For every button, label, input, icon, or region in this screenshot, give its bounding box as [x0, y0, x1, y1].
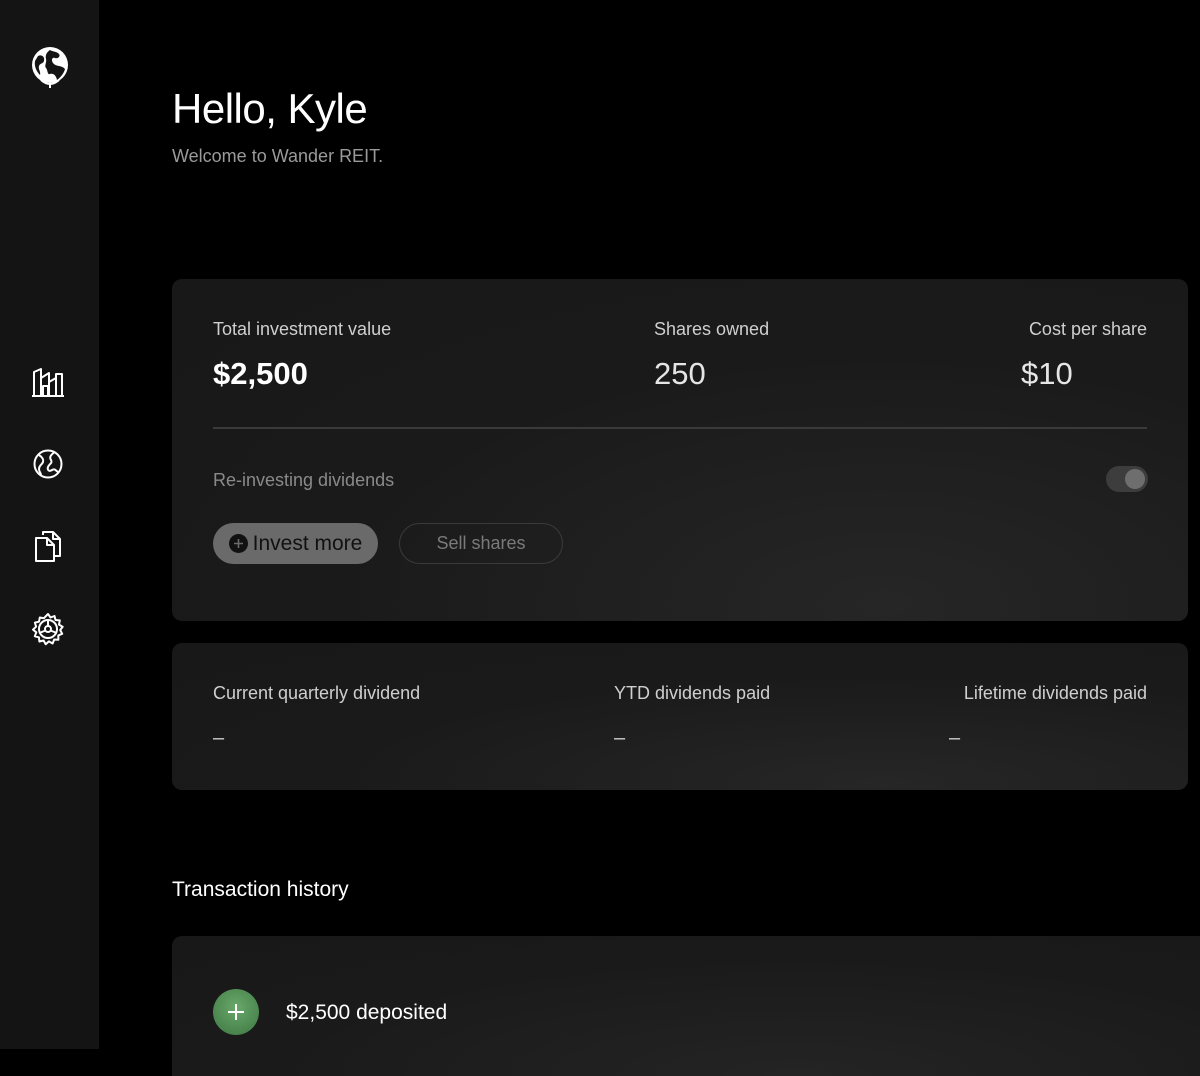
- nav-settings[interactable]: [28, 609, 68, 649]
- plus-icon: [213, 989, 259, 1035]
- cost-per-share-label: Cost per share: [1028, 319, 1147, 339]
- shares-owned-value: 250: [654, 356, 706, 391]
- total-investment-value: $2,500: [213, 356, 308, 391]
- buildings-icon: [32, 368, 64, 397]
- ytd-dividends-label: YTD dividends paid: [614, 683, 771, 703]
- ytd-dividends-value: –: [614, 727, 626, 749]
- sell-shares-button[interactable]: Sell shares: [399, 523, 563, 564]
- globe-icon[interactable]: [29, 44, 71, 90]
- total-investment-label: Total investment value: [213, 319, 392, 339]
- transaction-history-title: Transaction history: [172, 878, 349, 901]
- page-subtitle: Welcome to Wander REIT.: [172, 146, 384, 166]
- invest-more-label: Invest more: [252, 531, 363, 555]
- main-content: Hello, Kyle Welcome to Wander REIT. Tota…: [99, 0, 1200, 1076]
- divider: [213, 427, 1147, 429]
- transaction-history-card: $2,500 deposited: [172, 936, 1200, 1076]
- nav-documents[interactable]: [28, 526, 68, 566]
- toggle-knob: [1125, 469, 1145, 489]
- gear-icon: [32, 613, 64, 646]
- globe-outline-icon: [33, 449, 63, 479]
- sidebar: [0, 0, 99, 1049]
- reinvest-label: Re-investing dividends: [213, 470, 395, 490]
- lifetime-dividends-label: Lifetime dividends paid: [963, 683, 1147, 703]
- sell-shares-label: Sell shares: [436, 533, 526, 553]
- quarterly-dividend-label: Current quarterly dividend: [213, 683, 421, 703]
- transaction-description: $2,500 deposited: [286, 1001, 448, 1024]
- investment-summary-card: Total investment value $2,500 Shares own…: [172, 279, 1188, 621]
- dividends-card: Current quarterly dividend – YTD dividen…: [172, 643, 1188, 790]
- documents-icon: [35, 531, 61, 562]
- quarterly-dividend-value: –: [213, 727, 225, 749]
- lifetime-dividends-value: –: [949, 727, 961, 749]
- page-title: Hello, Kyle: [172, 85, 368, 132]
- nav-properties[interactable]: [28, 361, 68, 401]
- plus-circle-icon: [228, 534, 248, 553]
- reinvest-toggle[interactable]: [1106, 466, 1148, 492]
- shares-owned-label: Shares owned: [654, 319, 770, 339]
- nav-explore[interactable]: [28, 444, 68, 484]
- cost-per-share-value: $10: [1021, 356, 1073, 391]
- invest-more-button[interactable]: Invest more: [213, 523, 378, 564]
